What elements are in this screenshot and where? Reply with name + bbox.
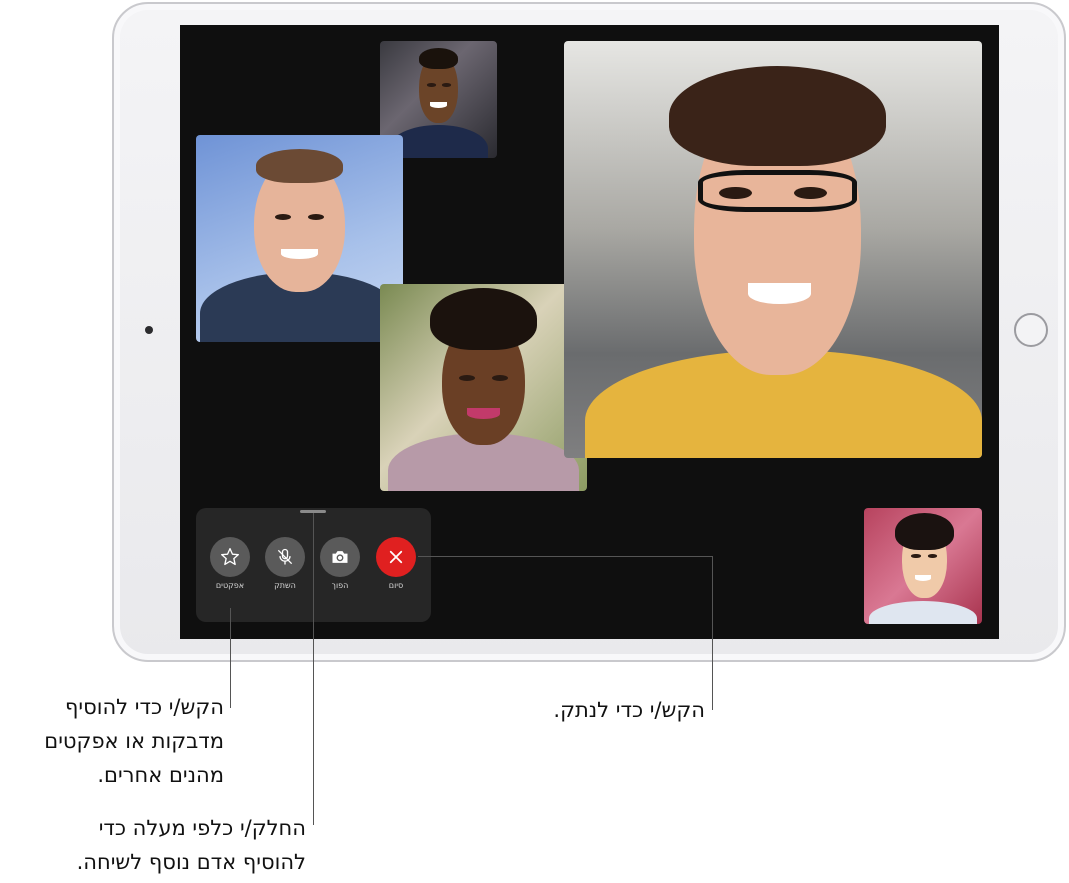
callout-effects-line-2: מדבקות או אפקטים: [44, 729, 224, 753]
star-icon: [221, 548, 239, 566]
close-icon: [389, 550, 403, 564]
microphone-slash-icon: [277, 548, 293, 565]
participant-tile-center[interactable]: [380, 284, 587, 491]
callout-line-handle: [313, 513, 314, 825]
callout-add-person-line-2: להוסיף אדם נוסף לשיחה.: [76, 850, 306, 874]
participant-tile-left[interactable]: [196, 135, 403, 342]
effects-label: אפקטים: [215, 581, 245, 590]
callout-add-person-line-1: החלק/י כלפי מעלה כדי: [98, 816, 306, 840]
callout-effects: הקש/י כדי להוסיף מדבקות או אפקטים מהנים …: [6, 690, 224, 792]
callout-add-person: החלק/י כלפי מעלה כדי להוסיף אדם נוסף לשי…: [6, 811, 306, 879]
camera-flip-icon: [332, 551, 348, 563]
callout-line-effects: [230, 608, 231, 708]
flip-label: הפוך: [331, 581, 349, 590]
callout-line-end-horizontal: [418, 556, 713, 557]
home-button[interactable]: [1014, 313, 1048, 347]
front-camera: [145, 326, 153, 334]
self-view-tile[interactable]: [864, 508, 982, 624]
participant-tile-main[interactable]: [564, 41, 982, 458]
callout-disconnect: הקש/י כדי לנתק.: [553, 698, 705, 722]
mute-button[interactable]: [265, 537, 305, 577]
mute-label: השתק: [274, 581, 296, 590]
end-call-button[interactable]: [376, 537, 416, 577]
flip-camera-button[interactable]: [320, 537, 360, 577]
end-label: סיום: [388, 581, 404, 590]
callout-effects-line-1: הקש/י כדי להוסיף: [64, 695, 224, 719]
effects-button[interactable]: [210, 537, 250, 577]
callout-line-end-vertical: [712, 556, 713, 710]
callout-effects-line-3: מהנים אחרים.: [97, 763, 224, 787]
